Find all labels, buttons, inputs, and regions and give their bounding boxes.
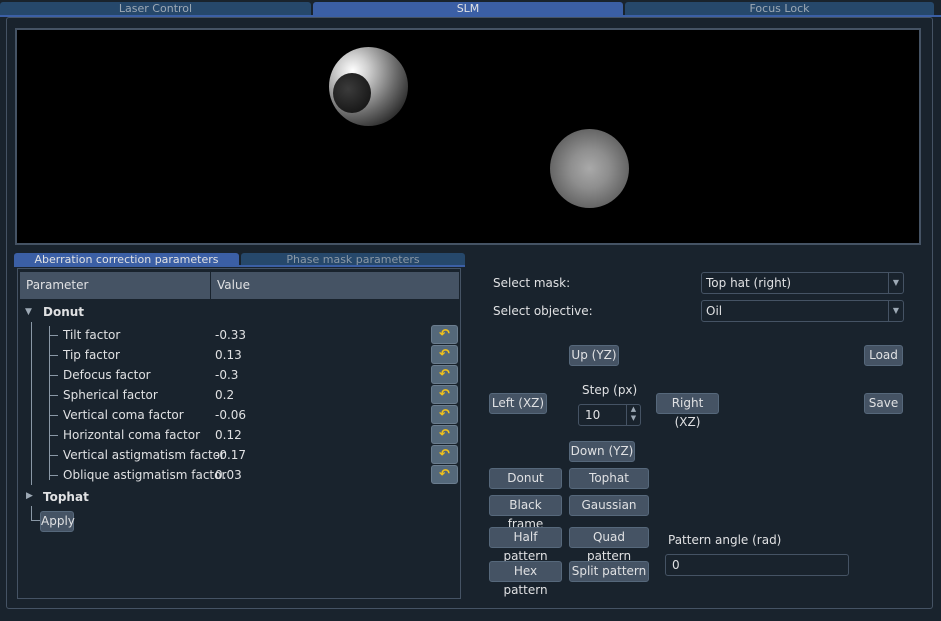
param-spherical-value[interactable]: 0.2 [215,385,234,405]
apply-button[interactable]: Apply [40,511,75,532]
param-vertical-astigmatism-label: Vertical astigmatism factor [63,448,225,462]
tree-branch-line [31,506,32,521]
black-frame-button[interactable]: Black frame [489,495,562,531]
quad-pattern-button[interactable]: Quad pattern [569,527,649,563]
tophat-button[interactable]: Tophat [569,468,649,489]
slm-preview-canvas [15,28,921,245]
right-xz-button[interactable]: Right (XZ) [656,393,719,429]
load-button[interactable]: Load [864,345,903,366]
pattern-angle-label: Pattern angle (rad) [668,533,782,547]
undo-icon[interactable]: ↶ [431,445,458,464]
param-oblique-astigmatism-label: Oblique astigmatism factor [63,468,227,482]
param-vertical-astigmatism-value[interactable]: -0.17 [215,445,246,465]
tree-tick [49,415,58,416]
tree-tick [49,455,58,456]
undo-icon[interactable]: ↶ [431,425,458,444]
select-mask-dropdown[interactable]: Top hat (right) ▼ [701,272,904,294]
param-oblique-astigmatism-value[interactable]: 0.03 [215,465,242,485]
tree-tick [49,435,58,436]
expand-tophat-icon[interactable]: ▶ [26,491,33,501]
tab-laser-control[interactable]: Laser Control [0,2,311,15]
tree-group-tophat[interactable]: Tophat [43,487,89,507]
tab-focus-lock[interactable]: Focus Lock [625,2,934,15]
param-vertical-coma-value[interactable]: -0.06 [215,405,246,425]
up-yz-button[interactable]: Up (YZ) [569,345,619,366]
column-header-value: Value [211,272,459,299]
tab-slm[interactable]: SLM [313,2,623,15]
tree-tick [49,475,58,476]
select-mask-label: Select mask: [493,276,571,290]
chevron-down-icon: ▼ [888,301,903,321]
param-tilt-label: Tilt factor [63,328,121,342]
step-label: Step (px) [582,383,638,397]
spin-arrows-icon[interactable]: ▲ ▼ [626,405,640,425]
tree-tick [49,375,58,376]
undo-icon[interactable]: ↶ [431,345,458,364]
undo-icon[interactable]: ↶ [431,325,458,344]
param-defocus-value[interactable]: -0.3 [215,365,238,385]
undo-icon[interactable]: ↶ [431,385,458,404]
down-yz-button[interactable]: Down (YZ) [569,441,635,462]
tree-tick [49,355,58,356]
undo-icon[interactable]: ↶ [431,405,458,424]
hex-pattern-button[interactable]: Hex pattern [489,561,562,597]
param-defocus-label: Defocus factor [63,368,151,382]
donut-phase-spot [329,47,408,126]
half-pattern-button[interactable]: Half pattern [489,527,562,563]
select-objective-label: Select objective: [493,304,593,318]
param-spherical-label: Spherical factor [63,388,158,402]
param-tip-label: Tip factor [63,348,120,362]
param-horizontal-coma-label: Horizontal coma factor [63,428,201,442]
pattern-angle-input[interactable]: 0 [665,554,849,576]
expand-donut-icon[interactable]: ▼ [25,307,32,317]
donut-button[interactable]: Donut [489,468,562,489]
tree-branch-line [49,326,50,480]
save-button[interactable]: Save [864,393,903,414]
left-xz-button[interactable]: Left (XZ) [489,393,547,414]
split-pattern-button[interactable]: Split pattern [569,561,649,582]
tree-group-donut[interactable]: Donut [43,302,84,322]
param-horizontal-coma-value[interactable]: 0.12 [215,425,242,445]
column-header-parameter: Parameter [20,272,210,299]
sub-tab-underline [14,265,465,267]
param-vertical-coma-label: Vertical coma factor [63,408,184,422]
tree-tick [49,395,58,396]
param-tilt-value[interactable]: -0.33 [215,325,246,345]
gaussian-button[interactable]: Gaussian [569,495,649,516]
chevron-down-icon: ▼ [888,273,903,293]
undo-icon[interactable]: ↶ [431,365,458,384]
select-objective-dropdown[interactable]: Oil ▼ [701,300,904,322]
tree-branch-line [31,322,32,485]
tree-tick [49,335,58,336]
param-tip-value[interactable]: 0.13 [215,345,242,365]
tree-tick [31,520,40,521]
step-spinbox[interactable]: 10 ▲ ▼ [578,404,641,426]
tophat-phase-spot [550,129,629,208]
undo-icon[interactable]: ↶ [431,465,458,484]
